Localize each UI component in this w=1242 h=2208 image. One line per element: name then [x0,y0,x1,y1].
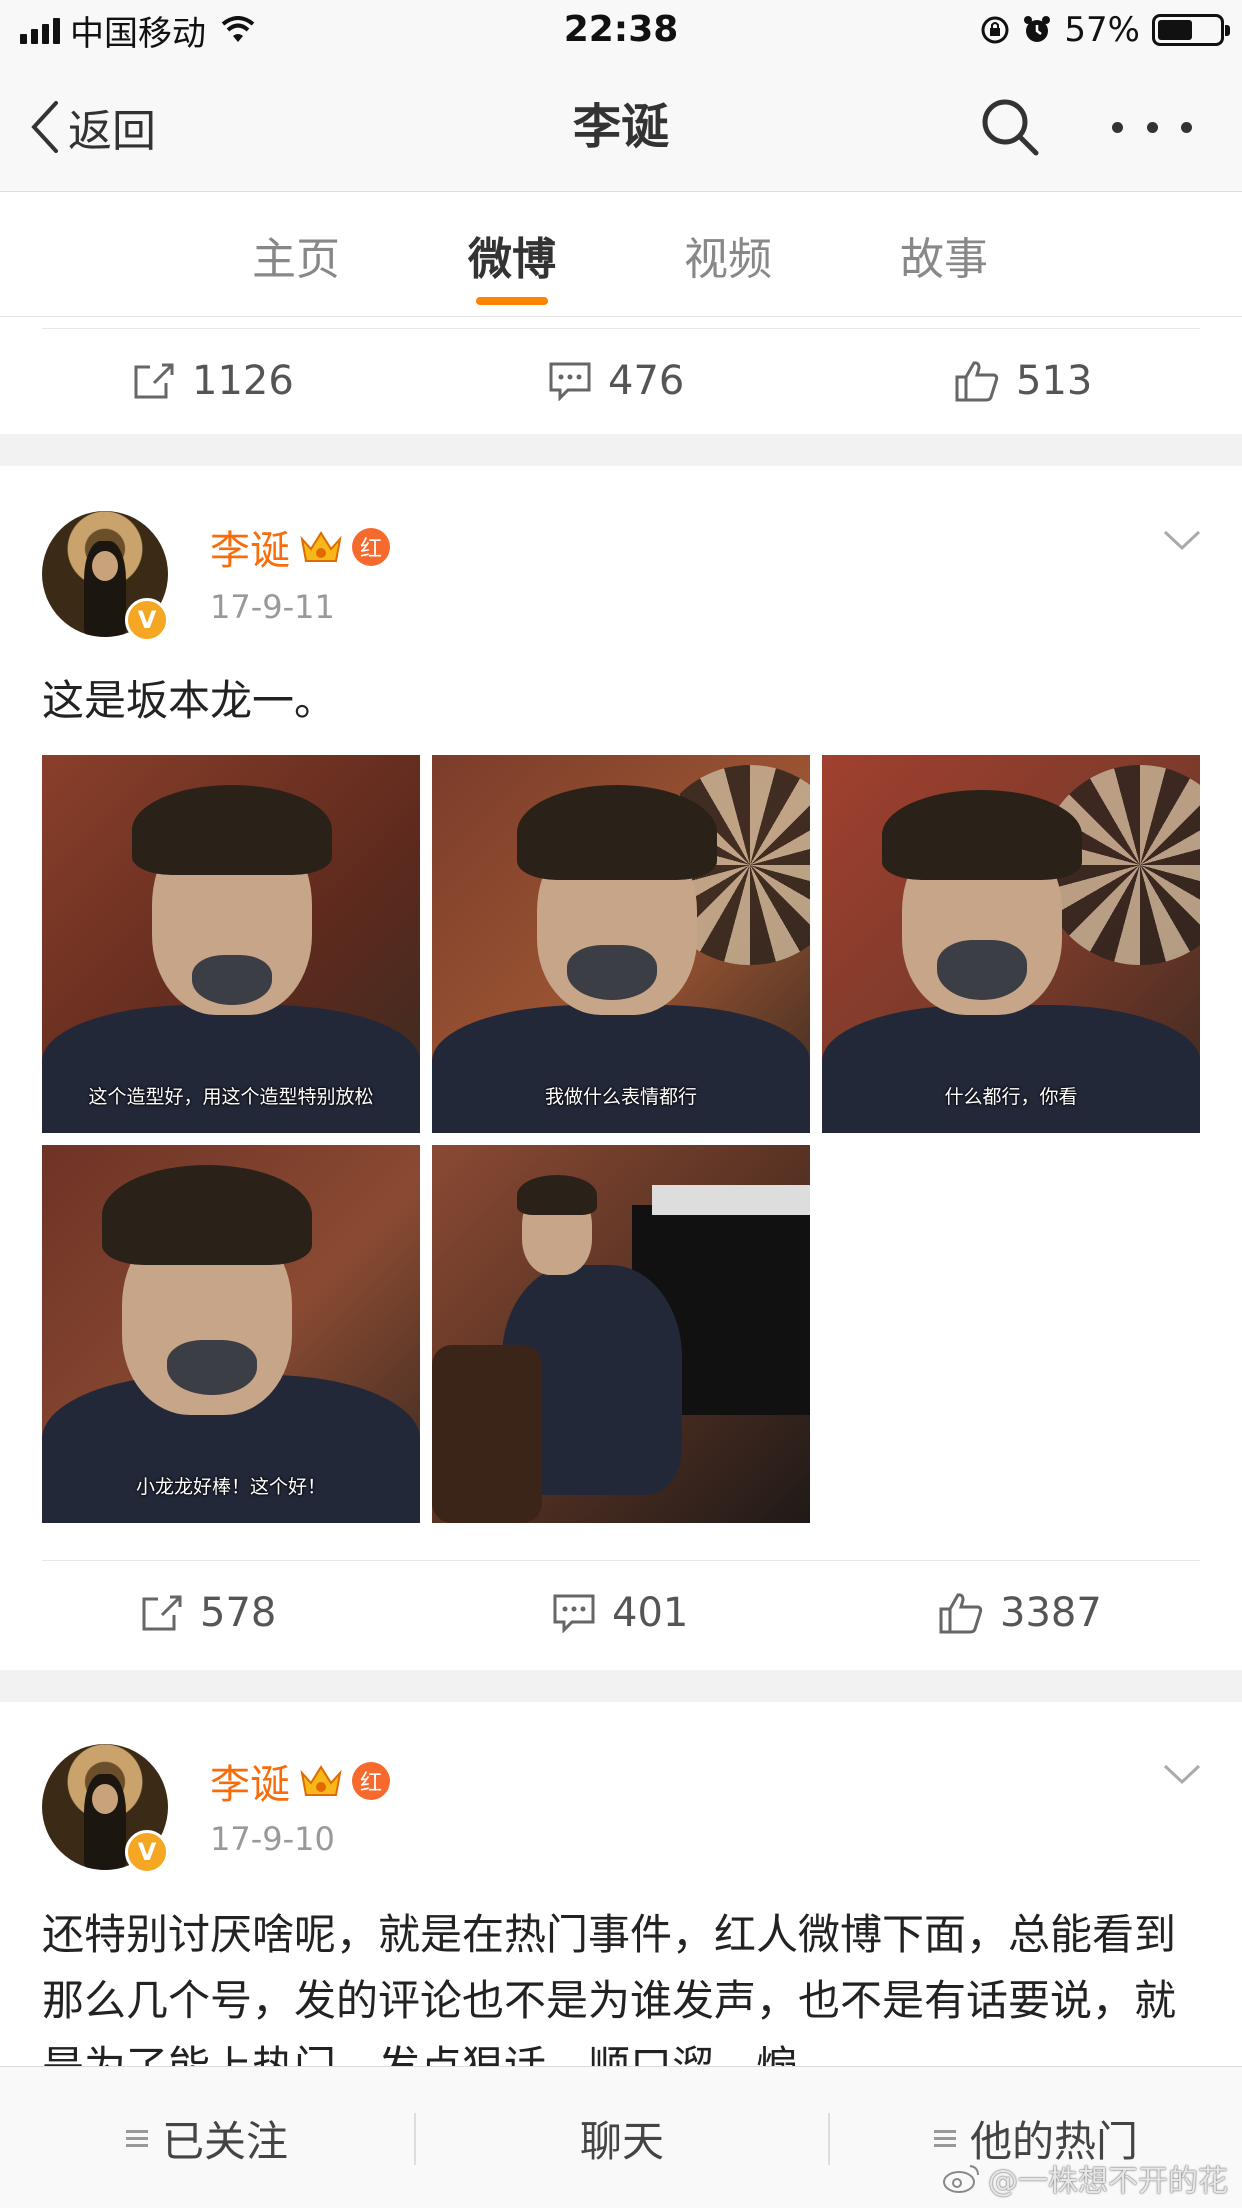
feed-separator [0,434,1242,466]
comment-icon [553,1594,595,1633]
image-caption: 我做什么表情都行 [544,1086,697,1108]
comment-count: 476 [608,358,685,404]
post-text: 这是坂本龙一。 [42,676,337,725]
post-image[interactable] [432,1145,810,1523]
like-count: 513 [1016,358,1093,404]
more-options-icon[interactable] [1112,95,1192,159]
like-button[interactable]: 3387 [938,1560,1102,1666]
chevron-down-icon[interactable] [1162,526,1202,554]
repost-count: 578 [200,1590,277,1636]
comment-count: 401 [612,1590,689,1636]
post-card[interactable]: V 李诞 红 17-9-10 还特别讨厌啥呢，就是在热门事件，红人微博下面，总能… [0,1702,1242,2066]
post-image[interactable]: 我做什么表情都行 [432,755,810,1133]
post-image[interactable]: 什么都行，你看 [822,755,1200,1133]
post-author-row: 李诞 红 [210,518,390,576]
post-date: 17-9-10 [210,1820,335,1858]
post-author[interactable]: 李诞 [210,518,290,576]
active-tab-indicator [476,297,548,305]
image-caption: 什么都行，你看 [944,1086,1078,1108]
bottom-toolbar: 已关注 聊天 他的热门 @一株想不开的花 [0,2066,1242,2208]
tab-story[interactable]: 故事 [864,223,1024,287]
battery-percent: 57% [1064,10,1140,50]
profile-tabs: 主页 微博 视频 故事 [0,193,1242,317]
status-bar: 中国移动 22:38 57% [0,0,1242,62]
comment-icon [549,362,591,401]
crown-icon [300,531,342,562]
back-label: 返回 [68,106,156,157]
post-actions: 578 401 3387 [0,1560,1242,1666]
back-button[interactable]: 返回 [30,92,156,162]
post-image[interactable]: 这个造型好，用这个造型特别放松 [42,755,420,1133]
thumbs-up-icon [955,361,999,402]
chevron-left-icon [31,101,58,153]
post-card[interactable]: V 李诞 红 17-9-11 这是坂本龙一。 这个造型好，用这个造型特别放松 我… [0,466,1242,1670]
watermark: @一株想不开的花 [942,2156,1228,2200]
repost-icon [134,363,174,399]
tab-video[interactable]: 视频 [648,223,808,287]
alarm-icon [1024,16,1051,42]
post-image[interactable]: 小龙龙好棒！这个好！ [42,1145,420,1523]
like-button[interactable]: 513 [954,328,1092,434]
comment-button[interactable]: 476 [548,328,684,434]
comment-button[interactable]: 401 [552,1560,688,1666]
post-text: 还特别讨厌啥呢，就是在热门事件，红人微博下面，总能看到那么几个号，发的评论也不是… [42,1910,1177,2066]
tab-weibo[interactable]: 微博 [432,223,592,287]
crown-icon [300,1765,342,1796]
nav-bar: 返回 李诞 [0,62,1242,192]
image-caption: 这个造型好，用这个造型特别放松 [88,1086,374,1108]
search-icon[interactable] [978,95,1042,159]
like-count: 3387 [1000,1590,1102,1636]
tab-home[interactable]: 主页 [216,223,376,287]
status-right: 57% [980,8,1230,52]
post-date: 17-9-11 [210,588,335,626]
red-badge: 红 [352,528,390,566]
page-title: 李诞 [572,99,669,155]
chevron-down-icon[interactable] [1162,1760,1202,1788]
rotation-lock-icon [981,16,1009,44]
post-author[interactable]: 李诞 [210,1752,290,1810]
repost-button[interactable]: 1126 [132,328,294,434]
battery-fill [1158,20,1193,40]
menu-icon [933,2129,956,2147]
prev-post-actions: 1126 476 513 [0,328,1242,434]
repost-button[interactable]: 578 [140,1560,276,1666]
battery-icon [1152,14,1230,46]
menu-icon [125,2129,148,2147]
post-author-row: 李诞 红 [210,1752,390,1810]
verified-badge: V [125,598,169,642]
verified-badge: V [125,1830,169,1874]
feed-separator [0,1670,1242,1702]
following-button[interactable]: 已关注 [0,2067,414,2208]
red-badge: 红 [352,1762,390,1800]
following-label: 已关注 [161,2116,288,2166]
repost-icon [142,1595,182,1631]
repost-count: 1126 [192,358,294,404]
image-caption: 小龙龙好棒！这个好！ [135,1476,326,1498]
weibo-logo-icon [943,2165,979,2193]
chat-label: 聊天 [579,2116,664,2166]
thumbs-up-icon [939,1593,983,1634]
watermark-text: @一株想不开的花 [988,2164,1228,2199]
chat-button[interactable]: 聊天 [416,2067,828,2208]
